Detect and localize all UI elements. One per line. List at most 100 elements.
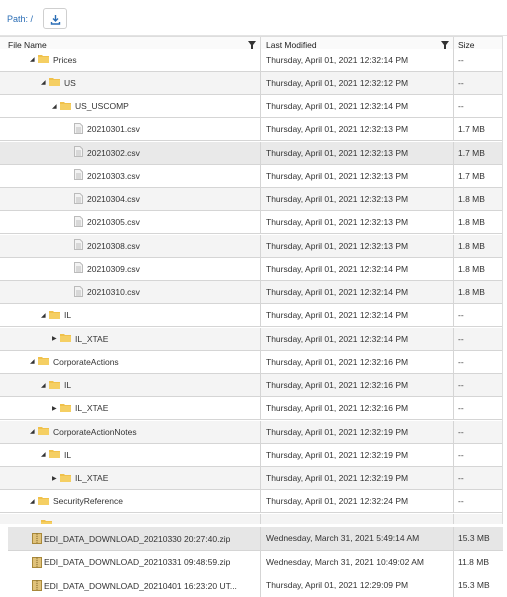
size-cell: 1.8 MB (458, 287, 485, 297)
size-cell: -- (458, 101, 464, 111)
last-modified-cell: Thursday, April 01, 2021 12:32:19 PM (266, 449, 409, 460)
path-breadcrumb[interactable]: Path: / (7, 14, 33, 24)
file-name-cell: ◢ US_USCOMP (52, 95, 129, 117)
last-modified-cell: Thursday, April 01, 2021 12:32:13 PM (266, 240, 409, 251)
last-modified-cell: Thursday, April 01, 2021 12:32:13 PM (266, 124, 409, 135)
size-cell: -- (458, 496, 464, 507)
size-cell: 1.8 MB (458, 217, 485, 228)
collapse-toggle-icon[interactable]: ◢ (52, 103, 60, 110)
folder-row[interactable]: ◢ IL Thursday, April 01, 2021 12:32:16 PM -… (0, 374, 502, 397)
last-modified-cell: Thursday, April 01, 2021 12:32:14 PM (266, 333, 409, 344)
csv-file-icon (74, 146, 83, 159)
last-modified-cell: Thursday, April 01, 2021 12:32:12 PM (266, 77, 409, 88)
file-row[interactable]: 20210304.csv Thursday, April 01, 2021 12:… (0, 188, 502, 211)
item-name: 20210302.csv (87, 147, 140, 158)
folder-icon (38, 496, 49, 507)
file-row[interactable]: 20210303.csv Thursday, April 01, 2021 12:… (0, 164, 502, 188)
file-name-cell: 20210305.csv (74, 211, 140, 233)
last-modified-cell: Wednesday, March 31, 2021 10:49:02 AM (266, 556, 424, 567)
file-row[interactable]: 20210308.csv Thursday, April 01, 2021 12:… (0, 234, 502, 258)
size-cell: 15.3 MB (458, 533, 490, 543)
folder-icon (38, 426, 49, 437)
zip-file-row[interactable]: EDI_DATA_DOWNLOAD_20210330 20:27:40.zip W… (8, 527, 503, 551)
folder-row[interactable]: ▶ IL_XTAE Thursday, April 01, 2021 12:32:1… (0, 327, 502, 351)
file-name-cell: ◢ IL (41, 374, 71, 396)
file-row[interactable]: 20210302.csv Thursday, April 01, 2021 12:… (0, 141, 502, 165)
size-cell: -- (458, 310, 464, 321)
file-name-cell: ◢ US (41, 72, 76, 94)
collapse-toggle-icon[interactable]: ◢ (41, 79, 49, 86)
folder-row[interactable]: ◢ CorporateActions Thursday, April 01, 202… (0, 350, 502, 374)
csv-file-icon (74, 262, 83, 275)
size-cell: -- (458, 449, 464, 460)
folder-icon (49, 449, 60, 460)
file-name-cell: ◢ IL (41, 444, 71, 466)
size-cell: -- (458, 426, 464, 437)
file-row[interactable]: 20210301.csv Thursday, April 01, 2021 12:… (0, 118, 502, 142)
folder-icon (60, 473, 71, 484)
download-icon (50, 15, 61, 25)
last-modified-cell: Thursday, April 01, 2021 12:29:09 PM (266, 580, 409, 590)
zip-file-icon (32, 556, 42, 570)
item-name: 20210309.csv (87, 263, 140, 274)
folder-row[interactable]: ◢ US_USCOMP Thursday, April 01, 2021 12:32… (0, 95, 502, 118)
file-row[interactable]: 20210310.csv Thursday, April 01, 2021 12:… (0, 281, 502, 304)
path-bar: Path: / (0, 0, 507, 36)
csv-file-icon (74, 285, 83, 299)
folder-row[interactable]: ▶ IL_XTAE Thursday, April 01, 2021 12:32:1… (0, 467, 502, 490)
file-name-cell: EDI_DATA_DOWNLOAD_20210331 09:48:59.zip (44, 557, 231, 567)
size-cell: 15.3 MB (458, 580, 490, 590)
csv-file-icon (74, 169, 83, 182)
last-modified-cell: Thursday, April 01, 2021 12:32:13 PM (266, 147, 409, 158)
zip-file-row[interactable]: EDI_DATA_DOWNLOAD_20210401 16:23:20 UT..… (8, 574, 503, 597)
size-cell: 1.7 MB (458, 170, 485, 181)
collapse-toggle-icon[interactable]: ◢ (41, 451, 49, 458)
collapse-toggle-icon[interactable]: ◢ (30, 428, 38, 435)
size-cell: 1.8 MB (458, 263, 485, 274)
expand-toggle-icon[interactable]: ▶ (52, 475, 60, 482)
item-name: 20210308.csv (87, 240, 140, 251)
zip-file-icon (32, 533, 42, 546)
file-row[interactable]: 20210305.csv Thursday, April 01, 2021 12:… (0, 211, 502, 235)
folder-icon (60, 101, 71, 112)
collapse-toggle-icon[interactable]: ◢ (30, 498, 38, 505)
item-name: CorporateActionNotes (53, 426, 137, 437)
folder-row[interactable]: ◢ IL Thursday, April 01, 2021 12:32:19 PM -… (0, 443, 502, 467)
file-name-cell: 20210309.csv (74, 258, 140, 280)
last-modified-cell: Thursday, April 01, 2021 12:32:13 PM (266, 194, 409, 204)
collapse-toggle-icon[interactable]: ◢ (41, 382, 49, 389)
file-name-cell: 20210308.csv (74, 235, 140, 257)
folder-icon (60, 333, 71, 344)
size-cell: -- (458, 54, 464, 65)
folder-row[interactable]: ◢ IL Thursday, April 01, 2021 12:32:14 PM -… (0, 304, 502, 328)
file-name-cell: ◢ CorporateActionNotes (30, 421, 137, 443)
last-modified-cell: Thursday, April 01, 2021 12:32:24 PM (266, 496, 409, 507)
folder-icon (38, 54, 49, 65)
folder-icon (49, 310, 60, 321)
zip-file-row[interactable]: EDI_DATA_DOWNLOAD_20210331 09:48:59.zip W… (8, 550, 503, 575)
file-name-cell: ◢ IL (41, 304, 71, 326)
csv-file-icon (74, 239, 83, 252)
folder-row[interactable] (0, 513, 502, 524)
folder-row[interactable]: ◢ Prices Thursday, April 01, 2021 12:32:14… (0, 48, 502, 72)
folder-row[interactable]: ▶ IL_XTAE Thursday, April 01, 2021 12:32:1… (0, 397, 502, 421)
last-modified-cell: Thursday, April 01, 2021 12:32:19 PM (266, 473, 409, 483)
expand-toggle-icon[interactable]: ▶ (52, 405, 60, 412)
file-row[interactable]: 20210309.csv Thursday, April 01, 2021 12:… (0, 257, 502, 281)
collapse-toggle-icon[interactable]: ◢ (30, 358, 38, 365)
folder-icon (49, 77, 60, 88)
folder-icon (49, 380, 60, 391)
collapse-toggle-icon[interactable]: ◢ (30, 56, 38, 63)
last-modified-cell: Thursday, April 01, 2021 12:32:16 PM (266, 380, 409, 390)
file-name-cell (41, 514, 56, 524)
file-name-cell: 20210302.csv (74, 142, 140, 164)
last-modified-cell: Thursday, April 01, 2021 12:32:14 PM (266, 310, 409, 321)
collapse-toggle-icon[interactable]: ◢ (41, 312, 49, 319)
folder-row[interactable]: ◢ SecurityReference Thursday, April 01, 20… (0, 490, 502, 514)
folder-row[interactable]: ◢ US Thursday, April 01, 2021 12:32:12 PM -… (0, 71, 502, 95)
file-name-cell: ◢ CorporateActions (30, 351, 119, 373)
folder-row[interactable]: ◢ CorporateActionNotes Thursday, April 01,… (0, 420, 502, 444)
expand-toggle-icon[interactable]: ▶ (52, 335, 60, 342)
download-button[interactable] (43, 8, 67, 29)
csv-file-icon (74, 215, 83, 229)
